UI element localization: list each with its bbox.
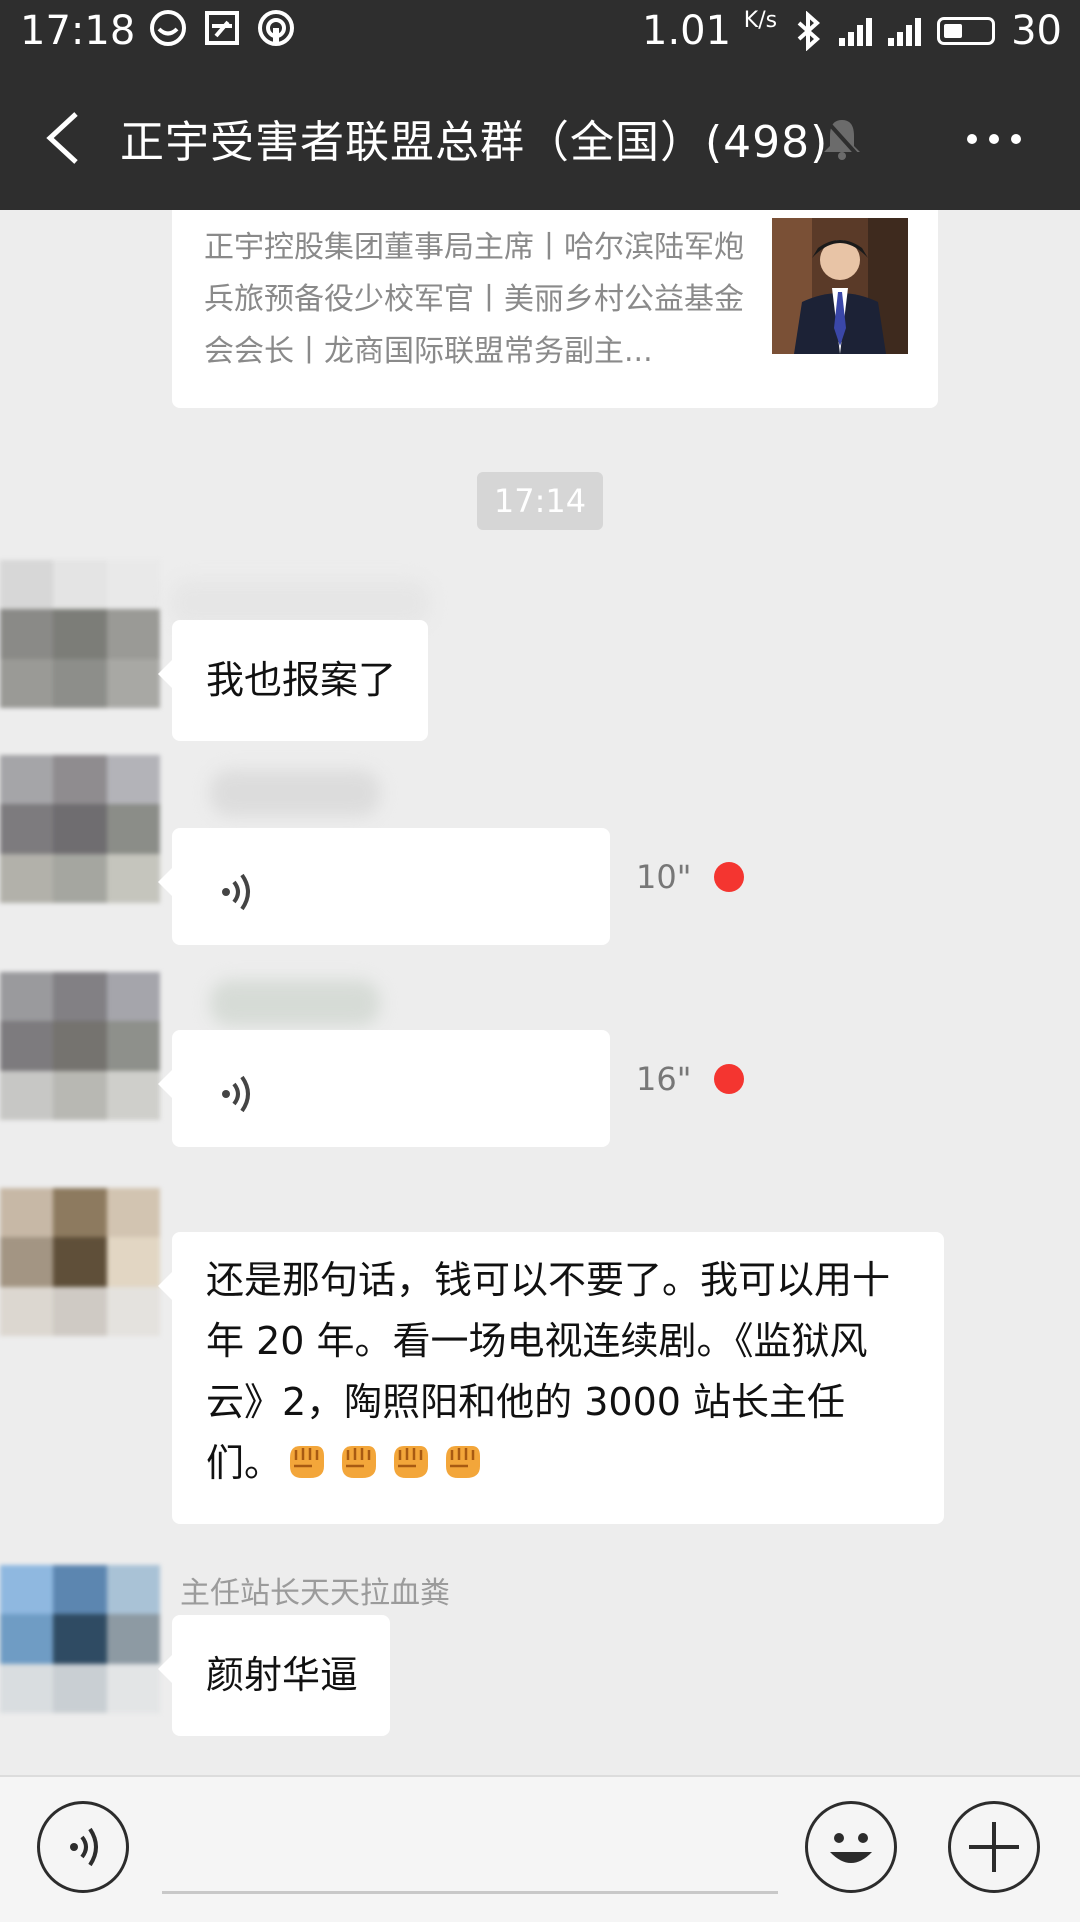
avatar[interactable]: [0, 755, 160, 903]
voice-message-bubble[interactable]: [158, 828, 610, 945]
status-right: 1.01 K/s 30: [642, 8, 1062, 54]
time-separator: 17:14: [477, 472, 603, 530]
nav-bar: 正宇受害者联盟总群（全国）(498): [0, 66, 1080, 210]
avatar[interactable]: [0, 972, 160, 1120]
avatar[interactable]: [0, 560, 160, 708]
bluetooth-icon: [797, 11, 821, 51]
fist-emoji: [290, 1446, 325, 1478]
back-arrow-icon[interactable]: [36, 106, 96, 170]
hotspot-icon: [258, 10, 294, 46]
message-bubble[interactable]: 颜射华逼: [157, 1615, 391, 1736]
link-card[interactable]: 正宇控股集团董事局主席丨哈尔滨陆军炮兵旅预备役少校军官丨美丽乡村公益基金会会长丨…: [172, 210, 938, 408]
unread-dot: [714, 1064, 744, 1094]
unread-dot: [714, 862, 744, 892]
emoji-icon: [830, 1833, 872, 1863]
battery-level: 30: [1011, 8, 1062, 54]
input-bar: [0, 1775, 1080, 1922]
mute-bell-icon: [822, 116, 862, 160]
signal-4g-icon: [839, 16, 873, 46]
signal-icon: [888, 16, 922, 46]
status-time: 17:18: [20, 8, 136, 54]
plus-button[interactable]: [948, 1801, 1040, 1893]
message-bubble[interactable]: 还是那句话，钱可以不要了。我可以用十年 20 年。看一场电视连续剧。《监狱风云》…: [158, 1232, 944, 1524]
voice-input-button[interactable]: [37, 1801, 129, 1893]
link-card-thumbnail: [772, 218, 908, 354]
sender-name: 主任站长天天拉血粪: [180, 1576, 450, 1611]
voice-duration: 16": [636, 1060, 692, 1098]
fist-emoji: [342, 1446, 377, 1478]
voice-wave-icon: [222, 1075, 250, 1113]
sync-icon: [150, 10, 186, 46]
emoji-button[interactable]: [805, 1801, 897, 1893]
avatar[interactable]: [0, 1188, 160, 1336]
status-bar: 17:18 1.01 K/s 30: [0, 0, 1080, 66]
voice-wave-icon: [222, 873, 250, 911]
battery-icon: [937, 17, 996, 45]
voice-message-bubble[interactable]: [158, 1030, 610, 1147]
sender-name-blurred: [210, 770, 380, 816]
voice-input-icon: [70, 1827, 98, 1867]
fist-emoji: [394, 1446, 429, 1478]
avatar[interactable]: [0, 1565, 160, 1713]
more-icon[interactable]: [964, 124, 1024, 154]
link-card-description: 正宇控股集团董事局主席丨哈尔滨陆军炮兵旅预备役少校军官丨美丽乡村公益基金会会长丨…: [204, 230, 744, 369]
network-speed: 1.01 K/s: [642, 8, 778, 54]
app-icon: [205, 11, 239, 45]
voice-duration: 10": [636, 858, 692, 896]
fist-emoji: [446, 1446, 481, 1478]
message-content: 还是那句话，钱可以不要了。我可以用十年 20 年。看一场电视连续剧。《监狱风云》…: [172, 1232, 944, 1524]
message-input[interactable]: [162, 1891, 778, 1894]
status-icons-left: [148, 8, 296, 48]
chat-title: 正宇受害者联盟总群（全国）(498): [120, 117, 829, 168]
message-text: 颜射华逼: [206, 1653, 359, 1697]
sender-name-blurred: [210, 980, 380, 1026]
plus-icon: [969, 1822, 1019, 1872]
chat-area[interactable]: 正宇控股集团董事局主席丨哈尔滨陆军炮兵旅预备役少校军官丨美丽乡村公益基金会会长丨…: [0, 210, 1080, 1775]
message-bubble[interactable]: 我也报案了: [157, 620, 429, 741]
message-text: 我也报案了: [206, 658, 397, 702]
